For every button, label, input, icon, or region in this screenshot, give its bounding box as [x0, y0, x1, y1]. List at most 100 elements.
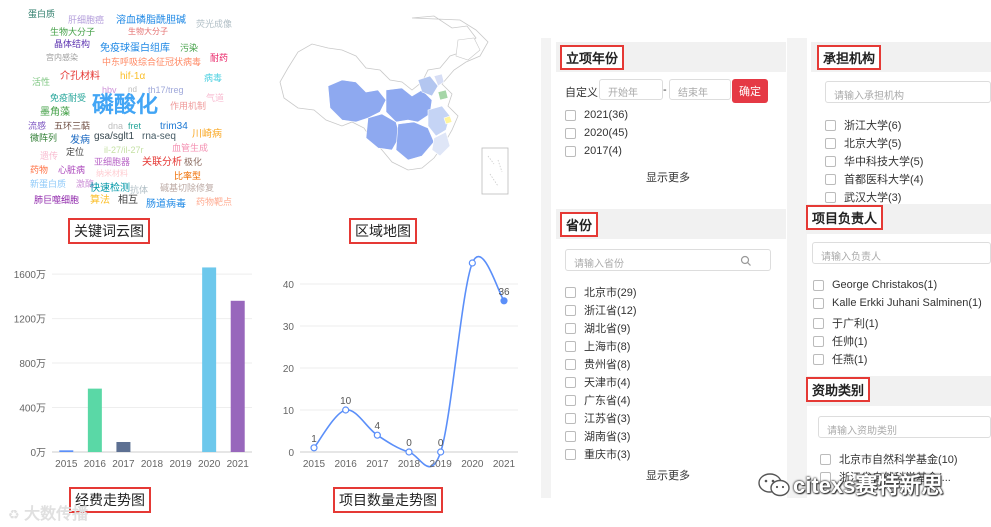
word-cloud-word[interactable]: rna-seq: [142, 132, 176, 142]
checkbox[interactable]: [565, 430, 576, 442]
checkbox[interactable]: [565, 127, 576, 139]
leader-option[interactable]: 任帅(1): [813, 333, 867, 349]
word-cloud-word[interactable]: 溶血磷脂酰胆碱: [116, 16, 186, 26]
year-show-more-link[interactable]: 显示更多: [646, 169, 690, 185]
province-option[interactable]: 天津市(4): [565, 374, 630, 390]
checkbox[interactable]: [825, 155, 836, 167]
province-option[interactable]: 湖南省(3): [565, 428, 630, 444]
word-cloud-word[interactable]: 荧光成像: [196, 20, 232, 29]
word-cloud-word[interactable]: 碱基切除修复: [160, 184, 214, 193]
checkbox[interactable]: [825, 173, 836, 185]
word-cloud-word[interactable]: 介孔材料: [60, 72, 100, 82]
checkbox[interactable]: [813, 279, 824, 291]
org-search-input[interactable]: 请输入承担机构: [825, 81, 991, 103]
word-cloud-word[interactable]: gsa/sglt1: [94, 132, 134, 142]
word-cloud-word[interactable]: 心脏病: [58, 166, 85, 175]
year-option[interactable]: 2021(36): [565, 109, 628, 121]
province-option[interactable]: 北京市(29): [565, 284, 637, 300]
word-cloud-word[interactable]: dna: [108, 122, 123, 131]
word-cloud-word[interactable]: 算法: [90, 196, 110, 206]
province-option[interactable]: 重庆市(3): [565, 446, 630, 462]
checkbox[interactable]: [565, 448, 576, 460]
checkbox[interactable]: [565, 109, 576, 121]
start-year-input[interactable]: 开始年: [599, 79, 663, 100]
checkbox[interactable]: [813, 335, 824, 347]
word-cloud-word[interactable]: 肺巨噬细胞: [34, 196, 79, 205]
word-cloud-word[interactable]: 耐药: [210, 54, 228, 63]
province-show-more-link[interactable]: 显示更多: [646, 467, 690, 483]
checkbox[interactable]: [565, 286, 576, 298]
province-option[interactable]: 湖北省(9): [565, 320, 630, 336]
word-cloud-word[interactable]: 亚细胞器: [94, 158, 130, 167]
word-cloud-word[interactable]: 墨角藻: [40, 108, 70, 118]
province-option[interactable]: 浙江省(12): [565, 302, 637, 318]
checkbox[interactable]: [825, 137, 836, 149]
year-option[interactable]: 2017(4): [565, 145, 622, 157]
word-cloud-word[interactable]: 晶体结构: [54, 40, 90, 49]
org-option[interactable]: 浙江大学(6): [825, 117, 901, 133]
word-cloud-word[interactable]: 血管生成: [172, 144, 208, 153]
checkbox[interactable]: [565, 304, 576, 316]
leader-option[interactable]: 于广利(1): [813, 315, 878, 331]
checkbox[interactable]: [825, 119, 836, 131]
word-cloud-word[interactable]: 中东呼吸综合征冠状病毒: [102, 58, 201, 67]
word-cloud-word[interactable]: 宫内感染: [46, 54, 78, 62]
word-cloud-word[interactable]: 肠道病毒: [146, 200, 186, 210]
checkbox[interactable]: [565, 412, 576, 424]
word-cloud-word[interactable]: fret: [128, 122, 141, 131]
word-cloud-word[interactable]: 免疫耐受: [50, 94, 86, 103]
checkbox[interactable]: [565, 322, 576, 334]
org-option[interactable]: 武汉大学(3): [825, 189, 901, 205]
checkbox[interactable]: [565, 340, 576, 352]
province-option[interactable]: 广东省(4): [565, 392, 630, 408]
word-cloud-word[interactable]: 微阵列: [30, 134, 57, 143]
word-cloud-word[interactable]: 比率型: [174, 172, 201, 181]
word-cloud-word[interactable]: 发病: [70, 136, 90, 146]
checkbox[interactable]: [813, 297, 824, 309]
word-cloud-word[interactable]: 蛋白质: [28, 10, 55, 19]
region-map[interactable]: [262, 10, 524, 205]
checkbox[interactable]: [565, 145, 576, 157]
word-cloud-word[interactable]: 生物大分子: [50, 28, 95, 37]
leader-option[interactable]: George Christakos(1): [813, 279, 937, 291]
word-cloud-word[interactable]: il-27/il-27r: [104, 146, 144, 155]
word-cloud-word[interactable]: 定位: [66, 148, 84, 157]
word-cloud-word[interactable]: 关联分析: [142, 158, 182, 168]
word-cloud-word[interactable]: 相互: [118, 196, 138, 206]
word-cloud-word[interactable]: 快速检测: [90, 184, 130, 194]
checkbox[interactable]: [825, 191, 836, 203]
word-cloud-word[interactable]: 免疫球蛋白组库: [100, 44, 170, 54]
word-cloud-word[interactable]: 极化: [184, 158, 202, 167]
word-cloud-word[interactable]: 药物靶点: [196, 198, 232, 207]
word-cloud-word[interactable]: 肝细胞癌: [68, 16, 104, 25]
org-option[interactable]: 华中科技大学(5): [825, 153, 923, 169]
word-cloud-word[interactable]: 气道: [206, 94, 224, 103]
org-option[interactable]: 北京大学(5): [825, 135, 901, 151]
word-cloud-word[interactable]: 纳米材料: [96, 170, 128, 178]
word-cloud-word[interactable]: 磷酸化: [92, 94, 158, 116]
checkbox[interactable]: [813, 317, 824, 329]
word-cloud-word[interactable]: 流感: [28, 122, 46, 131]
word-cloud-word[interactable]: 抗体: [130, 186, 148, 195]
org-option[interactable]: 首都医科大学(4): [825, 171, 923, 187]
word-cloud-word[interactable]: 川崎病: [192, 130, 222, 140]
province-option[interactable]: 贵州省(8): [565, 356, 630, 372]
leader-option[interactable]: 任燕(1): [813, 351, 867, 367]
word-cloud-word[interactable]: 污染: [180, 44, 198, 53]
province-option[interactable]: 江苏省(3): [565, 410, 630, 426]
word-cloud-word[interactable]: 五环三萜: [54, 122, 90, 131]
word-cloud-word[interactable]: 活性: [32, 78, 50, 87]
word-cloud-word[interactable]: hif-1α: [120, 72, 145, 82]
checkbox[interactable]: [813, 353, 824, 365]
search-icon[interactable]: [740, 254, 752, 272]
checkbox[interactable]: [565, 376, 576, 388]
leader-search-input[interactable]: 请输入负责人: [812, 242, 991, 264]
year-option[interactable]: 2020(45): [565, 127, 628, 139]
word-cloud-word[interactable]: 遗传: [40, 152, 58, 161]
word-cloud-word[interactable]: 生物大分子: [128, 28, 168, 36]
leader-option[interactable]: Kalle Erkki Juhani Salminen(1): [813, 297, 982, 309]
checkbox[interactable]: [565, 358, 576, 370]
confirm-button[interactable]: 确定: [732, 79, 768, 103]
word-cloud-word[interactable]: 药物: [30, 166, 48, 175]
checkbox[interactable]: [820, 453, 831, 465]
